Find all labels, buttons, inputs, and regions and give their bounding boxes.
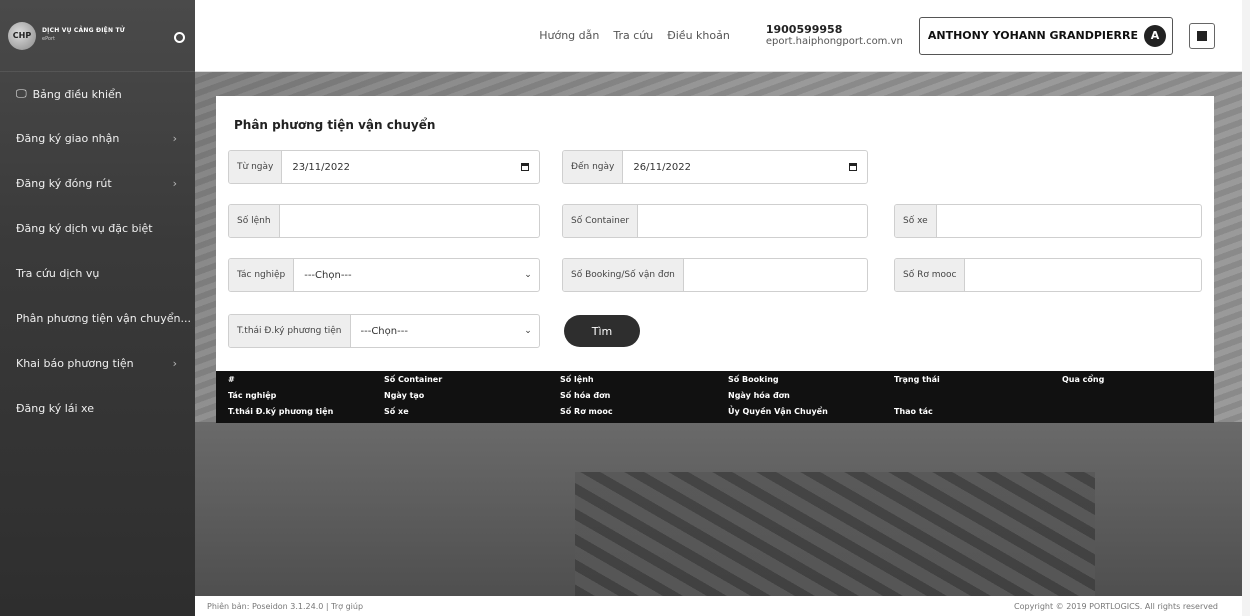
- search-form-card: Phân phương tiện vận chuyển Từ ngày 23/1…: [216, 96, 1214, 371]
- results-table-header: # Số Container Số lệnh Số Booking Trạng …: [216, 371, 1214, 423]
- brand-subtitle: ePort: [42, 36, 55, 43]
- calendar-icon[interactable]: [511, 151, 539, 183]
- chevron-right-icon: ›: [172, 132, 177, 145]
- order-number-input[interactable]: [280, 205, 539, 237]
- hotline-number: 1900599958: [765, 22, 843, 36]
- order-number-field[interactable]: Số lệnh: [228, 204, 540, 238]
- sidebar-item-label: Đăng ký đóng rút: [16, 177, 112, 190]
- chevron-down-icon: ⌄: [524, 326, 532, 336]
- sidebar-item-special-services[interactable]: Đăng ký dịch vụ đặc biệt: [0, 206, 195, 251]
- sidebar-item-label: Đăng ký giao nhận: [16, 132, 120, 145]
- sidebar-item-dashboard[interactable]: 🖵 Bảng điều khiển: [0, 72, 195, 116]
- column-header-booking[interactable]: Số Booking: [728, 375, 779, 384]
- sidebar-item-stuffing-registration[interactable]: Đăng ký đóng rút ›: [0, 161, 195, 206]
- top-bar: Hướng dẫn Tra cứu Điều khoản 1900599958 …: [195, 0, 1250, 72]
- column-header-invoice-date[interactable]: Ngày hóa đơn: [728, 391, 790, 400]
- booking-number-input[interactable]: [684, 259, 867, 291]
- registration-status-selected-value[interactable]: ---Chọn---: [351, 315, 518, 347]
- version-info[interactable]: Phiên bản: Poseidon 3.1.24.0 | Trợ giúp: [207, 602, 363, 611]
- column-header-actions: Thao tác: [894, 407, 933, 416]
- calendar-icon[interactable]: [839, 151, 867, 183]
- sidebar-item-vehicle-declaration[interactable]: Khai báo phương tiện ›: [0, 341, 195, 386]
- operation-selected-value[interactable]: ---Chọn---: [294, 259, 517, 291]
- chevron-down-icon: ⌄: [524, 270, 532, 280]
- hotline: 1900599958 eport.haiphongport.com.vn: [765, 22, 903, 48]
- trailer-number-field[interactable]: Số Rơ mooc: [894, 258, 1202, 292]
- column-header-index: #: [228, 375, 235, 384]
- container-number-field[interactable]: Số Container: [562, 204, 868, 238]
- sidebar-item-label: Bảng điều khiển: [32, 87, 122, 101]
- to-date-value[interactable]: 26/11/2022: [623, 151, 839, 183]
- column-header-operation[interactable]: Tác nghiệp: [228, 391, 276, 400]
- user-name: ANTHONY YOHANN GRANDPIERRE: [927, 29, 1138, 42]
- user-menu[interactable]: ANTHONY YOHANN GRANDPIERRE A: [918, 16, 1173, 55]
- page-title: Phân phương tiện vận chuyển: [234, 118, 436, 132]
- footer: Phiên bản: Poseidon 3.1.24.0 | Trợ giúp …: [195, 596, 1250, 616]
- sidebar-item-service-lookup[interactable]: Tra cứu dịch vụ: [0, 251, 195, 296]
- brand-text: DỊCH VỤ CẢNG ĐIỆN TỬ ePort: [42, 28, 125, 42]
- brand-title: DỊCH VỤ CẢNG ĐIỆN TỬ: [42, 27, 125, 35]
- monitor-icon: 🖵: [16, 87, 27, 100]
- registration-status-label: T.thái Đ.ký phương tiện: [229, 315, 351, 347]
- registration-status-select[interactable]: T.thái Đ.ký phương tiện ---Chọn--- ⌄: [228, 314, 540, 348]
- sidebar: CHP DỊCH VỤ CẢNG ĐIỆN TỬ ePort 🖵 Bảng đi…: [0, 0, 195, 616]
- column-header-order[interactable]: Số lệnh: [560, 375, 594, 384]
- guide-link[interactable]: Hướng dẫn: [539, 29, 599, 42]
- lookup-link[interactable]: Tra cứu: [613, 29, 653, 42]
- top-links: Hướng dẫn Tra cứu Điều khoản: [525, 29, 730, 42]
- logout-icon: [1197, 30, 1207, 41]
- column-header-vehicle[interactable]: Số xe: [384, 407, 409, 416]
- column-header-container[interactable]: Số Container: [384, 375, 442, 384]
- copyright: Copyright © 2019 PORTLOGICS. All rights …: [1014, 601, 1218, 611]
- chevron-right-icon: ›: [172, 357, 177, 370]
- chevron-right-icon: ›: [172, 177, 177, 190]
- trailer-number-input[interactable]: [965, 259, 1201, 291]
- port-logo: CHP: [8, 21, 36, 50]
- search-button[interactable]: Tìm: [564, 315, 640, 347]
- order-number-label: Số lệnh: [229, 205, 280, 237]
- vehicle-number-label: Số xe: [895, 205, 937, 237]
- booking-number-field[interactable]: Số Booking/Số vận đơn: [562, 258, 868, 292]
- trailer-number-label: Số Rơ mooc: [895, 259, 966, 291]
- vehicle-number-input[interactable]: [937, 205, 1201, 237]
- vehicle-number-field[interactable]: Số xe: [894, 204, 1202, 238]
- from-date-label: Từ ngày: [229, 151, 283, 183]
- terms-link[interactable]: Điều khoản: [667, 29, 730, 42]
- sidebar-item-label: Khai báo phương tiện: [16, 357, 134, 370]
- booking-number-label: Số Booking/Số vận đơn: [563, 259, 684, 291]
- from-date-field[interactable]: Từ ngày 23/11/2022: [228, 150, 540, 184]
- container-number-label: Số Container: [563, 205, 639, 237]
- column-header-invoice-number[interactable]: Số hóa đơn: [560, 391, 610, 400]
- sidebar-item-delivery-registration[interactable]: Đăng ký giao nhận ›: [0, 116, 195, 161]
- hotline-website: eport.haiphongport.com.vn: [765, 36, 903, 48]
- column-header-created-date[interactable]: Ngày tạo: [384, 391, 424, 400]
- sidebar-item-label: Phân phương tiện vận chuyển...: [16, 312, 191, 325]
- sidebar-item-label: Đăng ký lái xe: [16, 402, 94, 415]
- operation-select[interactable]: Tác nghiệp ---Chọn--- ⌄: [228, 258, 540, 292]
- page-scrollbar[interactable]: [1242, 0, 1250, 616]
- column-header-registration-status[interactable]: T.thái Đ.ký phương tiện: [228, 407, 333, 416]
- logout-button[interactable]: [1189, 22, 1215, 49]
- sidebar-toggle-icon[interactable]: [174, 32, 185, 43]
- avatar: A: [1144, 24, 1166, 47]
- column-header-trailer[interactable]: Số Rơ mooc: [560, 407, 613, 416]
- sidebar-item-driver-registration[interactable]: Đăng ký lái xe: [0, 386, 195, 431]
- brand[interactable]: CHP DỊCH VỤ CẢNG ĐIỆN TỬ ePort: [0, 0, 195, 72]
- operation-label: Tác nghiệp: [229, 259, 295, 291]
- to-date-label: Đến ngày: [563, 151, 624, 183]
- column-header-gate[interactable]: Qua cổng: [1062, 375, 1104, 384]
- sidebar-item-label: Tra cứu dịch vụ: [16, 267, 100, 280]
- sidebar-item-vehicle-assignment[interactable]: Phân phương tiện vận chuyển...: [0, 296, 195, 341]
- to-date-field[interactable]: Đến ngày 26/11/2022: [562, 150, 868, 184]
- container-number-input[interactable]: [638, 205, 867, 237]
- sidebar-item-label: Đăng ký dịch vụ đặc biệt: [16, 222, 153, 235]
- column-header-status[interactable]: Trạng thái: [894, 375, 940, 384]
- column-header-transport-authorization[interactable]: Ủy Quyền Vận Chuyển: [728, 407, 828, 416]
- sidebar-nav: 🖵 Bảng điều khiển Đăng ký giao nhận › Đă…: [0, 72, 195, 431]
- from-date-value[interactable]: 23/11/2022: [282, 151, 511, 183]
